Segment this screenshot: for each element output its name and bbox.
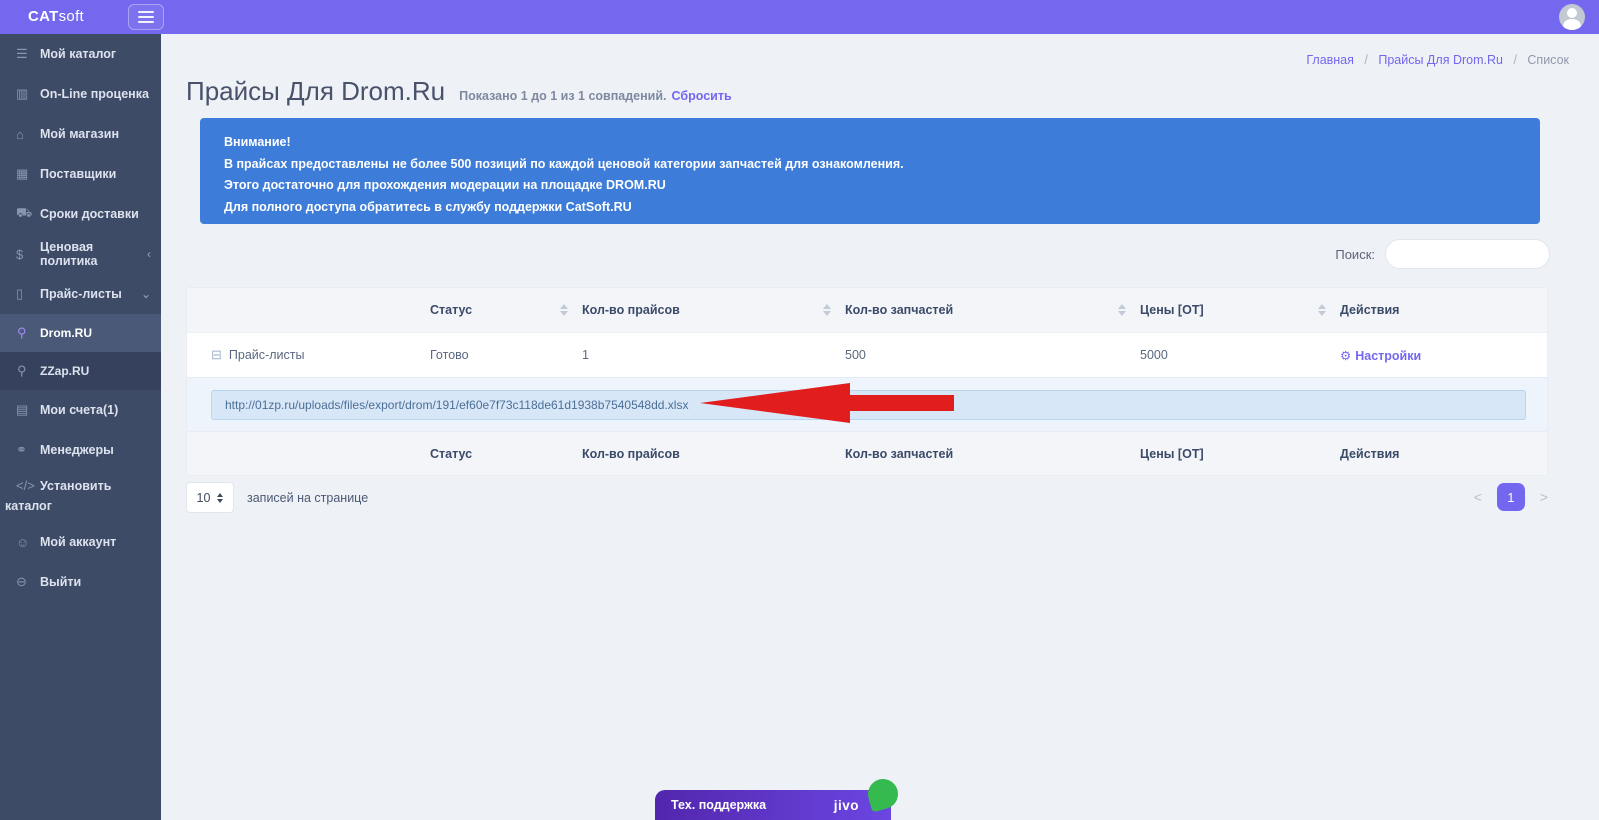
- logo-bold: CAT: [28, 8, 59, 25]
- banner-line-3: Этого достаточно для прохождения модерац…: [224, 178, 606, 192]
- pin-icon: ⚲: [17, 363, 40, 379]
- banner-line-1: Внимание!: [224, 135, 291, 149]
- briefcase-icon: ▦: [16, 166, 40, 182]
- main-content: Главная / Прайсы Для Drom.Ru / Список Пр…: [161, 34, 1599, 820]
- dollar-icon: $: [16, 247, 40, 262]
- breadcrumb-current: Список: [1527, 53, 1569, 67]
- jivo-logo: jivo: [834, 798, 859, 813]
- reset-filter-link[interactable]: Сбросить: [672, 89, 732, 103]
- sidebar-item-suppliers[interactable]: ▦ Поставщики: [0, 154, 161, 194]
- header-status: Статус: [406, 303, 558, 317]
- header-prices-from: Цены [ОТ]: [1116, 303, 1316, 317]
- jivo-leaf-icon: [865, 776, 902, 813]
- row-status-cell: Готово: [406, 348, 558, 362]
- code-icon: </>: [16, 476, 40, 496]
- sidebar-item-price-policy[interactable]: $ Ценовая политика ‹: [0, 234, 161, 274]
- banner-catsoft-bold: CatSoft.RU: [566, 200, 632, 214]
- list-icon: ☰: [16, 46, 40, 62]
- page-length-label: записей на странице: [247, 491, 368, 505]
- title-bar: Прайсы Для Drom.Ru Показано 1 до 1 из 1 …: [186, 76, 732, 107]
- table-footer-row: Статус Кол-во прайсов Кол-во запчастей Ц…: [187, 431, 1547, 475]
- file-icon: ▯: [16, 286, 40, 302]
- users-icon: ⚭: [16, 442, 40, 458]
- select-arrows-icon: [217, 493, 223, 503]
- header-parts-count: Кол-во запчастей: [821, 303, 1116, 317]
- row-name-cell: ⊟Прайс-листы: [187, 347, 406, 363]
- logo-light: soft: [59, 8, 84, 25]
- sort-icon[interactable]: [823, 304, 831, 316]
- journal-icon: ▤: [16, 402, 40, 418]
- sidebar-item-my-account[interactable]: ☺ Мой аккаунт: [0, 522, 161, 562]
- pagination: < 1 >: [1474, 483, 1548, 511]
- row-parts-count-cell: 500: [821, 348, 1116, 362]
- logout-icon: ⊖: [16, 574, 40, 590]
- breadcrumb-section-link[interactable]: Прайсы Для Drom.Ru: [1378, 53, 1503, 67]
- price-lists-table: Статус Кол-во прайсов Кол-во запчастей Ц…: [186, 287, 1548, 476]
- chevron-down-icon: ⌄: [141, 287, 151, 301]
- footer-prices-from: Цены [ОТ]: [1116, 447, 1316, 461]
- truck-icon: ⛟: [16, 205, 40, 223]
- row-actions-cell: ⚙Настройки: [1316, 348, 1547, 363]
- header-price-count: Кол-во прайсов: [558, 303, 821, 317]
- chat-title: Тех. поддержка: [671, 798, 766, 812]
- export-url-field[interactable]: http://01zp.ru/uploads/files/export/drom…: [211, 390, 1526, 420]
- person-icon: ☺: [16, 535, 40, 550]
- sidebar-item-price-lists[interactable]: ▯ Прайс-листы ⌄: [0, 274, 161, 314]
- table-header-row: Статус Кол-во прайсов Кол-во запчастей Ц…: [187, 288, 1547, 332]
- sidebar-item-my-catalog[interactable]: ☰ Мой каталог: [0, 34, 161, 74]
- sidebar-item-managers[interactable]: ⚭ Менеджеры: [0, 430, 161, 470]
- page-length-select[interactable]: 10: [186, 482, 234, 513]
- export-url-row: http://01zp.ru/uploads/files/export/drom…: [187, 377, 1547, 431]
- sidebar-item-online-pricing[interactable]: ▥ On-Line проценка: [0, 74, 161, 114]
- row-price-count-cell: 1: [558, 348, 821, 362]
- user-avatar[interactable]: [1559, 4, 1585, 30]
- footer-status: Статус: [406, 447, 558, 461]
- collapse-row-icon[interactable]: ⊟: [211, 347, 222, 362]
- search-bar: Поиск:: [1335, 239, 1550, 269]
- sidebar-item-install-catalog[interactable]: </>Установить каталог: [0, 470, 161, 522]
- pagination-next-button[interactable]: >: [1540, 489, 1548, 505]
- footer-price-count: Кол-во прайсов: [558, 447, 821, 461]
- chevron-left-icon: ‹: [147, 247, 151, 261]
- pin-icon: ⚲: [17, 325, 40, 341]
- attention-banner: Внимание! В прайсах предоставлены не бол…: [200, 118, 1540, 224]
- banner-line-4: Для полного доступа обратитесь в службу …: [224, 200, 566, 214]
- page-title: Прайсы Для Drom.Ru: [186, 76, 445, 107]
- page-length-control: 10 записей на странице: [186, 482, 368, 513]
- row-prices-from-cell: 5000: [1116, 348, 1316, 362]
- sidebar-item-logout[interactable]: ⊖ Выйти: [0, 562, 161, 602]
- banner-drom-bold: DROM.RU: [606, 178, 666, 192]
- sidebar-toggle-button[interactable]: [128, 4, 164, 30]
- sort-icon[interactable]: [560, 304, 568, 316]
- pagination-page-1-button[interactable]: 1: [1497, 483, 1525, 511]
- book-icon: ▥: [16, 86, 40, 102]
- gear-icon: ⚙: [1340, 349, 1351, 363]
- settings-link[interactable]: ⚙Настройки: [1340, 349, 1421, 363]
- search-input[interactable]: [1385, 239, 1550, 269]
- hamburger-icon: [138, 11, 154, 13]
- top-navbar: CATsoft: [0, 0, 1599, 34]
- avatar-person-icon: [1567, 8, 1577, 18]
- sort-icon[interactable]: [1318, 304, 1326, 316]
- sidebar-item-my-shop[interactable]: ⌂ Мой магазин: [0, 114, 161, 154]
- pagination-prev-button[interactable]: <: [1474, 489, 1482, 505]
- breadcrumb-home-link[interactable]: Главная: [1306, 53, 1354, 67]
- results-summary: Показано 1 до 1 из 1 совпадений.: [459, 89, 666, 103]
- sort-icon[interactable]: [1118, 304, 1126, 316]
- banner-line-2: В прайсах предоставлены не более 500 поз…: [224, 157, 904, 171]
- table-row: ⊟Прайс-листы Готово 1 500 5000 ⚙Настройк…: [187, 332, 1547, 377]
- app-logo: CATsoft: [28, 0, 84, 34]
- footer-parts-count: Кол-во запчастей: [821, 447, 1116, 461]
- support-chat-widget[interactable]: Тех. поддержка jivo: [655, 790, 891, 820]
- search-label: Поиск:: [1335, 247, 1375, 262]
- sidebar-subitem-drom-ru[interactable]: ⚲ Drom.RU: [0, 314, 161, 352]
- breadcrumb: Главная / Прайсы Для Drom.Ru / Список: [1306, 53, 1569, 67]
- header-actions: Действия: [1316, 303, 1547, 317]
- sidebar-item-my-invoices[interactable]: ▤ Мои счета(1): [0, 390, 161, 430]
- sidebar-nav: ☰ Мой каталог ▥ On-Line проценка ⌂ Мой м…: [0, 34, 161, 820]
- shop-icon: ⌂: [16, 127, 40, 142]
- sidebar-item-delivery-terms[interactable]: ⛟ Сроки доставки: [0, 194, 161, 234]
- footer-actions: Действия: [1316, 447, 1547, 461]
- sidebar-subitem-zzap-ru[interactable]: ⚲ ZZap.RU: [0, 352, 161, 390]
